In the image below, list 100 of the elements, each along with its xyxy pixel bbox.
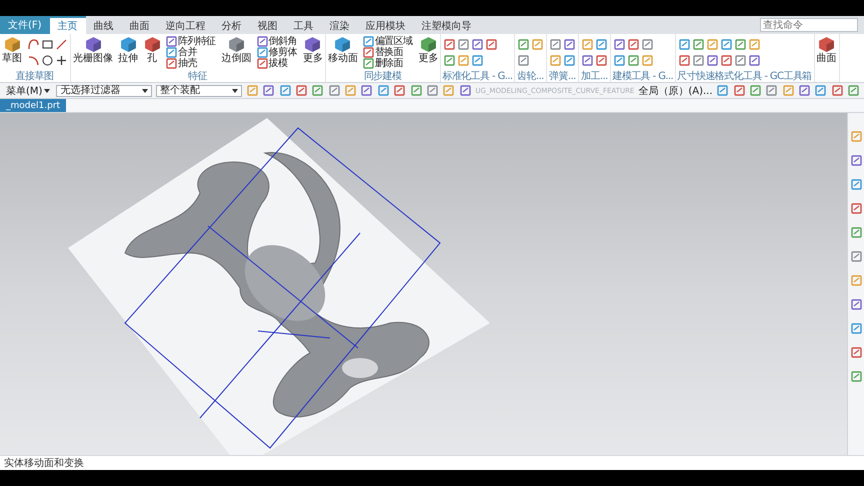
ribbon-button[interactable]: 拉伸 — [117, 36, 139, 64]
tool-button[interactable] — [678, 53, 692, 67]
tool-button[interactable] — [627, 37, 640, 51]
tool-button[interactable] — [848, 84, 860, 98]
plus-tool-button[interactable] — [55, 53, 68, 67]
tool-button[interactable] — [581, 53, 594, 67]
ribbon-button[interactable]: 修剪体 — [256, 47, 299, 58]
tool-button[interactable] — [517, 53, 530, 67]
tool-button[interactable] — [595, 37, 608, 51]
ribbon-button[interactable]: 孔 — [142, 36, 162, 64]
ribbon-button[interactable]: 替换面 — [362, 47, 414, 58]
ribbon-tab[interactable]: 视图 — [250, 16, 286, 34]
tool-button[interactable] — [485, 37, 498, 51]
tool-button[interactable] — [641, 37, 654, 51]
tool-button[interactable] — [458, 84, 472, 98]
resource-bar-button[interactable] — [850, 201, 862, 215]
tool-button[interactable] — [563, 37, 576, 51]
tool-button[interactable] — [295, 84, 308, 98]
resource-bar-button[interactable] — [850, 153, 862, 167]
tool-button[interactable] — [641, 53, 654, 67]
tool-button[interactable] — [328, 84, 340, 98]
scope-dropdown[interactable]: 整个装配 — [156, 84, 242, 96]
tool-button[interactable] — [377, 84, 390, 98]
ribbon-button[interactable]: 更多 — [302, 36, 324, 64]
tool-button[interactable] — [360, 84, 374, 98]
tool-button[interactable] — [798, 84, 811, 98]
tool-button[interactable] — [748, 37, 762, 51]
tool-button[interactable] — [831, 84, 844, 98]
tool-button[interactable] — [410, 84, 422, 98]
tool-button[interactable] — [443, 37, 456, 51]
resource-bar-button[interactable] — [850, 345, 862, 359]
resource-bar-button[interactable] — [850, 177, 862, 191]
tool-button[interactable] — [734, 53, 748, 67]
ribbon-tab[interactable]: 工具 — [286, 16, 322, 34]
tool-button[interactable] — [278, 84, 292, 98]
menu-button[interactable]: 菜单(M) — [4, 84, 52, 98]
tool-button[interactable] — [716, 84, 729, 98]
ribbon-tab[interactable]: 逆向工程 — [158, 16, 214, 34]
tool-button[interactable] — [706, 53, 720, 67]
tool-button[interactable] — [749, 84, 762, 98]
resource-bar-button[interactable] — [850, 321, 862, 335]
tool-button[interactable] — [706, 37, 720, 51]
tool-button[interactable] — [442, 84, 455, 98]
tool-button[interactable] — [814, 84, 828, 98]
ribbon-button[interactable]: 草图 — [1, 36, 23, 64]
ribbon-button[interactable]: 合并 — [165, 47, 218, 58]
tool-button[interactable] — [457, 53, 470, 67]
line-tool-button[interactable] — [55, 37, 68, 51]
circle-tool-button[interactable] — [41, 53, 54, 67]
selection-filter-dropdown[interactable]: 无选择过滤器 — [56, 84, 152, 96]
ribbon-tab[interactable]: 主页 — [50, 16, 86, 34]
tool-button[interactable] — [344, 84, 357, 98]
tool-button[interactable] — [692, 53, 706, 67]
ribbon-button[interactable]: 删除面 — [362, 58, 414, 69]
resource-bar-button[interactable] — [850, 225, 862, 239]
ribbon-button[interactable]: 倒斜角 — [256, 36, 299, 47]
tool-button[interactable] — [692, 37, 706, 51]
ribbon-button[interactable]: 抽壳 — [165, 58, 218, 69]
tool-button[interactable] — [262, 84, 275, 98]
tool-button[interactable] — [734, 37, 748, 51]
tool-button[interactable] — [720, 53, 734, 67]
ribbon-tab[interactable]: 曲线 — [86, 16, 122, 34]
tool-button[interactable] — [748, 53, 762, 67]
ribbon-tab[interactable]: 分析 — [214, 16, 250, 34]
ribbon-tab[interactable]: 曲面 — [122, 16, 158, 34]
file-menu-button[interactable]: 文件(F) — [0, 16, 50, 34]
ribbon-button[interactable]: 光栅图像 — [72, 36, 114, 64]
arc-tool-button[interactable] — [27, 37, 40, 51]
tool-button[interactable] — [678, 37, 692, 51]
ribbon-button[interactable]: 曲面 — [816, 36, 838, 64]
ribbon-button[interactable]: 更多 — [417, 36, 440, 64]
ribbon-button[interactable]: 边倒圆 — [220, 36, 253, 64]
tool-button[interactable] — [563, 53, 576, 67]
tool-button[interactable] — [471, 53, 484, 67]
tool-button[interactable] — [549, 37, 562, 51]
document-tab[interactable]: _model1.prt — [0, 99, 66, 112]
search-field[interactable]: 查找命令 — [760, 18, 858, 32]
tool-button[interactable] — [457, 37, 470, 51]
tool-button[interactable] — [595, 53, 608, 67]
resource-bar-button[interactable] — [850, 297, 862, 311]
tool-button[interactable] — [613, 53, 626, 67]
tool-button[interactable] — [393, 84, 406, 98]
tool-button[interactable] — [443, 53, 456, 67]
resource-bar-button[interactable] — [850, 129, 862, 143]
ribbon-button[interactable]: 移动面 — [326, 36, 359, 64]
tool-button[interactable] — [782, 84, 794, 98]
tool-button[interactable] — [732, 84, 746, 98]
resource-bar-button[interactable] — [850, 369, 862, 383]
tool-button[interactable] — [581, 37, 594, 51]
ribbon-tab[interactable]: 应用模块 — [358, 16, 414, 34]
tool-button[interactable] — [720, 37, 734, 51]
tool-button[interactable] — [766, 84, 778, 98]
tool-button[interactable] — [613, 37, 626, 51]
ribbon-tab[interactable]: 注塑模向导 — [414, 16, 480, 34]
tool-button[interactable] — [246, 84, 258, 98]
tool-button[interactable] — [426, 84, 439, 98]
tool-button[interactable] — [471, 37, 484, 51]
tool-button[interactable] — [531, 37, 544, 51]
tool-button[interactable] — [549, 53, 562, 67]
tool-button[interactable] — [627, 53, 640, 67]
